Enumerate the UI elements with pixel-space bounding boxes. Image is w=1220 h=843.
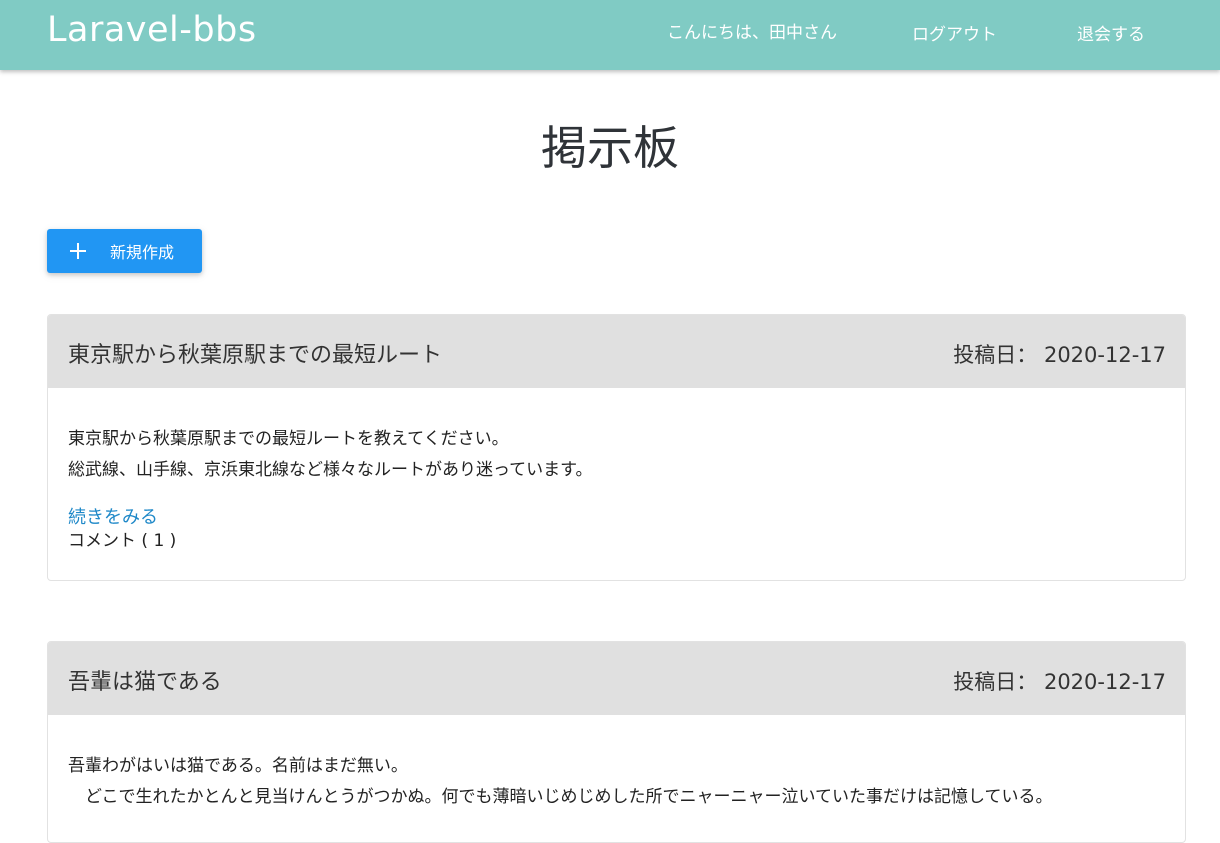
post-date: 投稿日： 2020-12-17 xyxy=(953,339,1166,369)
post-date-value: 2020-12-17 xyxy=(1043,670,1166,694)
post-date-label: 投稿日： xyxy=(953,343,1038,367)
new-post-button-label: 新規作成 xyxy=(110,243,175,262)
post-card-header: 吾輩は猫である 投稿日： 2020-12-17 xyxy=(48,642,1185,715)
top-navbar: Laravel-bbs こんにちは、田中さん ログアウト 退会する xyxy=(0,0,1220,70)
read-more-link[interactable]: 続きをみる xyxy=(68,503,158,529)
post-card: 東京駅から秋葉原駅までの最短ルート 投稿日： 2020-12-17 東京駅から秋… xyxy=(47,314,1186,581)
post-card-header: 東京駅から秋葉原駅までの最短ルート 投稿日： 2020-12-17 xyxy=(48,315,1185,388)
post-date-value: 2020-12-17 xyxy=(1043,343,1166,367)
brand-logo-link[interactable]: Laravel-bbs xyxy=(47,10,257,50)
post-date: 投稿日： 2020-12-17 xyxy=(953,666,1166,696)
post-card: 吾輩は猫である 投稿日： 2020-12-17 吾輩わがはいは猫である。名前はま… xyxy=(47,641,1186,843)
post-body-line: どこで生れたかとんと見当けんとうがつかぬ。何でも薄暗いじめじめした所でニャーニャ… xyxy=(68,787,1053,807)
post-body-line: 東京駅から秋葉原駅までの最短ルートを教えてください。 xyxy=(68,429,509,449)
withdraw-link[interactable]: 退会する xyxy=(1077,20,1145,45)
post-title: 東京駅から秋葉原駅までの最短ルート xyxy=(68,343,443,368)
post-body-line: 総武線、山手線、京浜東北線など様々なルートがあり迷っています。 xyxy=(68,460,593,480)
logout-link[interactable]: ログアウト xyxy=(912,20,997,45)
post-card-body: 吾輩わがはいは猫である。名前はまだ無い。 どこで生れたかとんと見当けんとうがつか… xyxy=(48,715,1185,813)
page-title: 掲示板 xyxy=(541,121,679,175)
plus-icon xyxy=(69,242,87,260)
post-date-label: 投稿日： xyxy=(953,670,1038,694)
post-title: 吾輩は猫である xyxy=(68,670,222,695)
post-body-line: 吾輩わがはいは猫である。名前はまだ無い。 xyxy=(68,756,408,776)
post-card-body: 東京駅から秋葉原駅までの最短ルートを教えてください。 総武線、山手線、京浜東北線… xyxy=(48,388,1185,553)
comment-count: コメント ( 1 ) xyxy=(68,531,177,551)
user-greeting-link[interactable]: こんにちは、田中さん xyxy=(667,18,837,43)
new-post-button[interactable]: 新規作成 xyxy=(47,229,202,273)
